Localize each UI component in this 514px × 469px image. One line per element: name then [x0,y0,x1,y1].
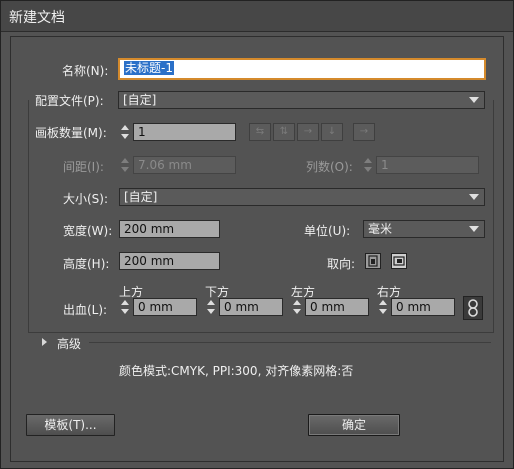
disclosure-triangle-icon[interactable] [42,338,47,346]
size-select[interactable]: [自定] [119,188,485,206]
templates-button[interactable]: 模板(T)... [26,414,115,436]
name-label: 名称(N): [62,64,109,78]
units-label: 单位(U): [304,224,351,238]
dropdown-arrow-icon [469,226,479,232]
grid-by-column-icon[interactable]: ⇅ [273,123,295,141]
bleed-left-spin-icon[interactable] [291,298,303,316]
orientation-label: 取向: [327,257,356,271]
artboards-spin-icon[interactable] [119,123,131,141]
artboards-label: 画板数量(M): [35,126,107,140]
bleed-left-input[interactable]: 0 mm [305,298,369,316]
advanced-divider [89,342,491,343]
arrange-by-column-icon[interactable]: ↓ [321,123,343,141]
height-input[interactable]: 200 mm [119,252,220,270]
spacing-spin-icon[interactable] [119,156,131,174]
bleed-bottom-spin-icon[interactable] [205,298,217,316]
bleed-top-input[interactable]: 0 mm [133,298,197,316]
spacing-label: 间距(I): [63,160,104,174]
ok-button[interactable]: 确定 [308,414,400,436]
name-input-value: 未标题-1 [124,61,174,75]
link-icon[interactable] [463,296,483,320]
landscape-icon[interactable] [391,253,407,269]
bleed-top-spin-icon[interactable] [119,298,131,316]
width-label: 宽度(W): [63,224,113,238]
portrait-icon[interactable] [365,253,381,269]
name-input[interactable]: 未标题-1 [119,59,485,79]
bleed-label: 出血(L): [63,303,108,317]
title-bar[interactable]: 新建文档 [1,1,513,32]
bleed-bottom-input[interactable]: 0 mm [219,298,283,316]
new-document-dialog: 新建文档 名称(N): 未标题-1 配置文件(P): [自定] 画板数量(M):… [0,0,514,469]
units-select-value: 毫米 [368,222,393,236]
right-to-left-icon[interactable]: → [353,123,375,141]
columns-input[interactable]: 1 [376,156,479,174]
spacing-input[interactable]: 7.06 mm [133,156,236,174]
grid-by-row-icon[interactable]: ⇆ [249,123,271,141]
bleed-right-spin-icon[interactable] [377,298,389,316]
artboards-input[interactable]: 1 [133,123,236,141]
bleed-right-input[interactable]: 0 mm [391,298,455,316]
size-label: 大小(S): [63,192,109,206]
width-input[interactable]: 200 mm [119,220,220,238]
units-select[interactable]: 毫米 [363,220,485,238]
size-select-value: [自定] [124,190,158,204]
advanced-toggle[interactable]: 高级 [57,335,81,352]
columns-label: 列数(O): [306,160,353,174]
arrange-by-row-icon[interactable]: → [297,123,319,141]
dropdown-arrow-icon [469,194,479,200]
document-info-text: 颜色模式:CMYK, PPI:300, 对齐像素网格:否 [119,364,354,378]
height-label: 高度(H): [63,257,110,271]
dialog-title: 新建文档 [9,10,65,26]
columns-spin-icon[interactable] [362,156,374,174]
